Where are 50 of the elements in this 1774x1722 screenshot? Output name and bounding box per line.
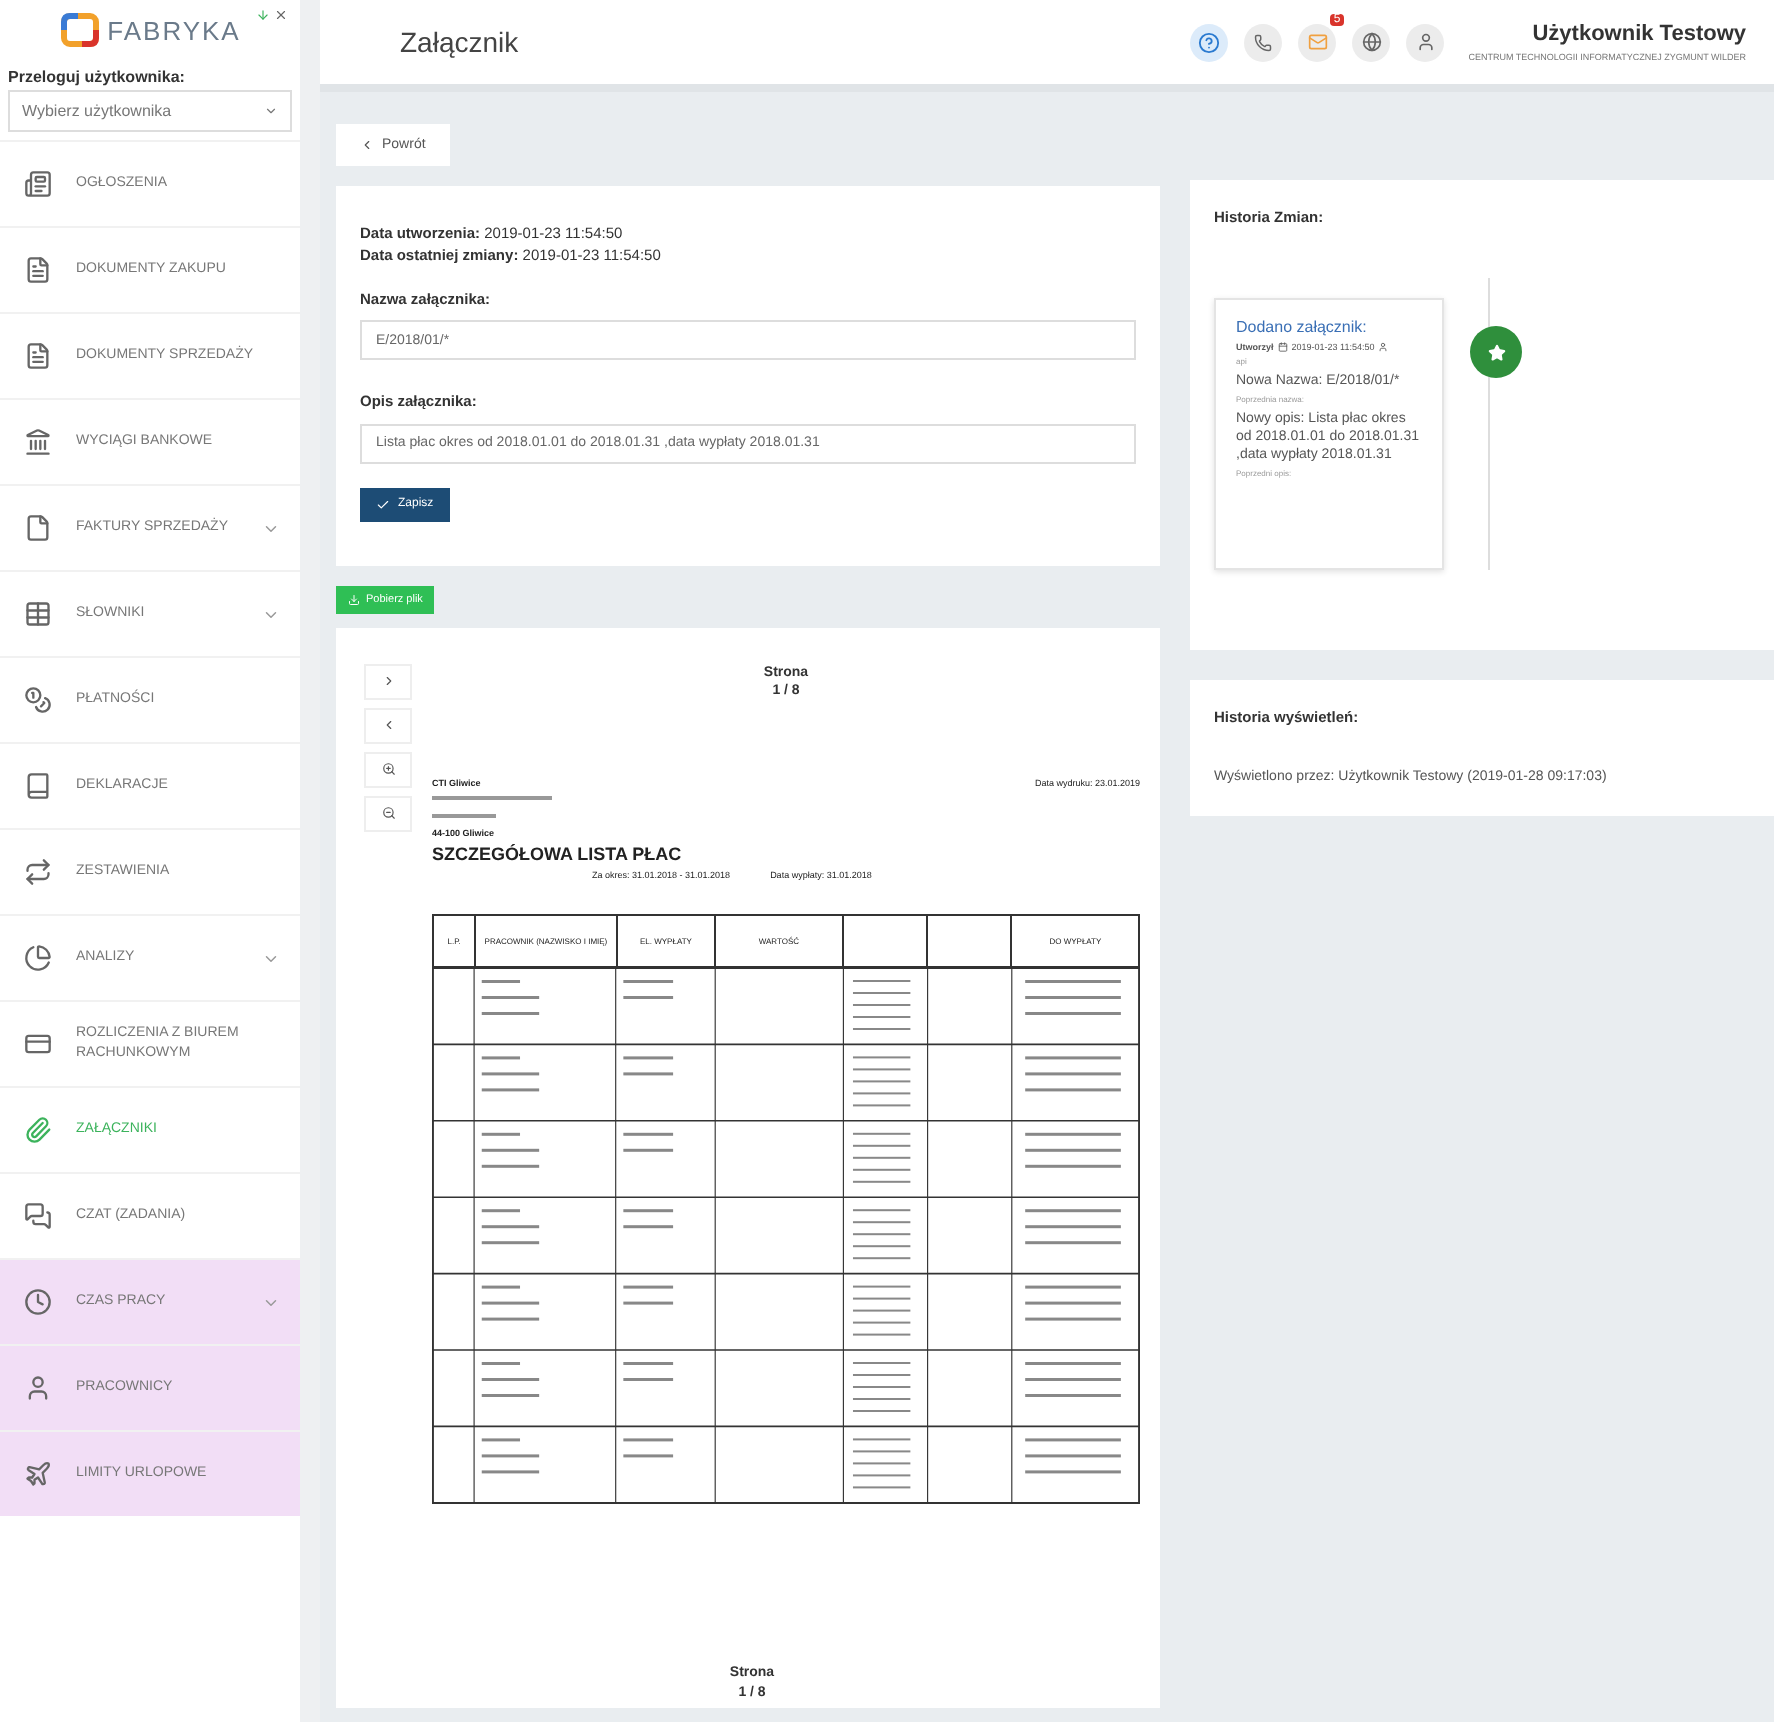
menu-icon: [24, 514, 52, 542]
menu-icon: [24, 686, 52, 714]
calendar-icon: [1277, 342, 1288, 352]
menu-icon: [24, 1374, 52, 1402]
help-icon: [1198, 31, 1221, 53]
globe-button[interactable]: [1352, 23, 1391, 61]
download-icon: [348, 593, 360, 605]
page-title: Załącznik: [400, 26, 521, 58]
star-icon: [1487, 343, 1505, 361]
menu-icon: [24, 1460, 52, 1488]
check-icon: [376, 497, 390, 511]
document-title: SZCZEGÓŁOWA LISTA PŁAC: [432, 844, 684, 865]
user-button[interactable]: [1406, 23, 1445, 61]
dropdown-caret-icon: [264, 104, 278, 118]
redacted-lines-drawing: [432, 794, 552, 823]
menu-icon: [24, 170, 52, 198]
user-select[interactable]: Wybierz użytkownika: [8, 90, 292, 132]
menu-icon: [24, 772, 52, 800]
logo-text: FABRYKA: [107, 15, 241, 45]
back-icon: [360, 138, 374, 152]
menu-icon: [24, 1288, 52, 1316]
user-icon: [1378, 342, 1389, 352]
menu-icon: [24, 600, 52, 628]
zoom-in-icon: [381, 762, 395, 776]
menu-icon: [24, 342, 52, 370]
menu-icon: [24, 1030, 52, 1058]
mail-button[interactable]: [1298, 23, 1337, 61]
logo-icon: [59, 12, 100, 48]
previous-icon: [381, 718, 395, 732]
phone-button[interactable]: [1244, 23, 1283, 61]
globe-icon: [1361, 32, 1382, 52]
menu-icon: [24, 858, 52, 886]
next-icon: [381, 674, 395, 688]
user-icon: [1415, 32, 1436, 52]
menu-icon: [24, 1116, 52, 1144]
download-icon[interactable]: [256, 8, 270, 22]
entry-title: Dodano załącznik:: [1236, 318, 1369, 336]
menu-icon: [24, 944, 52, 972]
user-name: Użytkownik Testowy: [1530, 22, 1746, 46]
mail-icon: [1307, 32, 1328, 52]
zoom-out-icon: [381, 806, 395, 820]
relogin-label: Przeloguj użytkownika:: [6, 66, 187, 90]
zoom-in-button[interactable]: [364, 751, 412, 787]
menu-icon: [24, 428, 52, 456]
menu-icon: [24, 1202, 52, 1230]
menu-icon: [24, 256, 52, 284]
phone-icon: [1254, 33, 1273, 51]
close-icon[interactable]: [274, 8, 288, 22]
zoom-out-button[interactable]: [364, 795, 412, 831]
help-button[interactable]: [1190, 23, 1229, 61]
